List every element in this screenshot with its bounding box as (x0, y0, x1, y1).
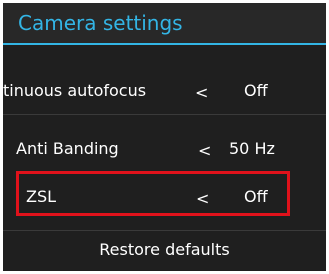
setting-label-anti-banding: Anti Banding (16, 139, 119, 158)
setting-row-zsl[interactable]: ZSL < Off (3, 175, 326, 221)
setting-row-continuous-autofocus[interactable]: tinuous autofocus < Off (3, 56, 326, 114)
setting-label-continuous-autofocus: tinuous autofocus (3, 81, 186, 100)
setting-value-anti-banding[interactable]: 50 Hz (229, 139, 275, 158)
setting-value-continuous-autofocus[interactable]: Off (244, 81, 268, 100)
dialog-title: Camera settings (18, 11, 183, 35)
setting-label-zsl: ZSL (26, 187, 57, 206)
chevron-left-icon[interactable]: < (196, 189, 209, 208)
setting-label-text: tinuous autofocus (3, 81, 147, 100)
dialog-header: Camera settings (3, 3, 326, 43)
setting-row-anti-banding[interactable]: Anti Banding < 50 Hz (3, 119, 326, 177)
restore-defaults-button[interactable]: Restore defaults (3, 231, 326, 271)
row-divider (3, 114, 326, 115)
header-divider (3, 43, 326, 45)
camera-settings-dialog: Camera settings tinuous autofocus < Off … (3, 3, 326, 271)
chevron-left-icon[interactable]: < (195, 83, 208, 102)
chevron-left-icon[interactable]: < (198, 141, 211, 160)
restore-defaults-label: Restore defaults (99, 240, 230, 259)
setting-value-zsl[interactable]: Off (244, 187, 268, 206)
